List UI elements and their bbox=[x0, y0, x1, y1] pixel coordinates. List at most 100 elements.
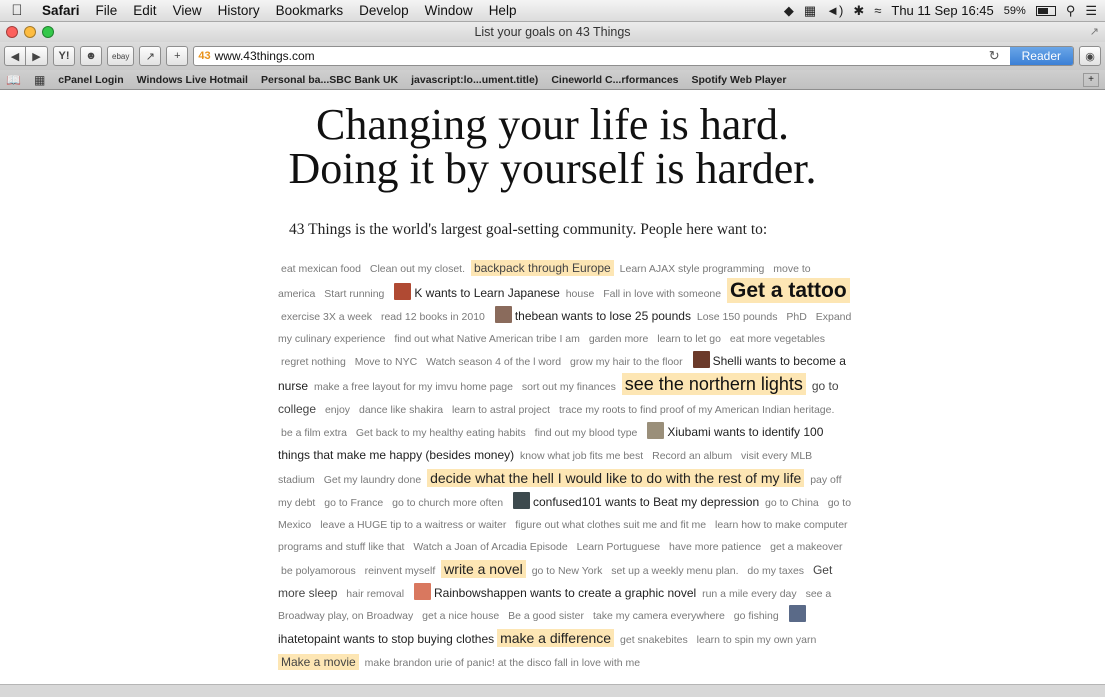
user-goal-link[interactable]: thebean wants to lose 25 pounds bbox=[515, 309, 691, 323]
ghost-extension-button[interactable]: ☻ bbox=[80, 46, 102, 66]
goal-tag[interactable]: find out what Native American tribe I am bbox=[391, 332, 583, 346]
spotlight-search-icon[interactable]: ⚲ bbox=[1066, 3, 1076, 19]
reload-icon[interactable]: ↻ bbox=[983, 48, 1006, 64]
goal-tag[interactable]: enjoy bbox=[322, 403, 353, 417]
back-button[interactable]: ◀ bbox=[4, 46, 26, 66]
goal-tag[interactable]: garden more bbox=[586, 332, 652, 346]
menu-history[interactable]: History bbox=[210, 3, 268, 18]
share-button[interactable]: ↗ bbox=[139, 46, 162, 66]
goal-tag[interactable]: Watch a Joan of Arcadia Episode bbox=[410, 540, 570, 554]
user-avatar[interactable] bbox=[494, 306, 512, 323]
goal-tag[interactable]: go to church more often bbox=[389, 496, 506, 510]
apple-menu-icon[interactable]:  bbox=[0, 2, 34, 19]
minimize-window-button[interactable] bbox=[24, 26, 36, 38]
goal-tag[interactable]: read 12 books in 2010 bbox=[378, 310, 488, 324]
goal-tag[interactable]: Make a movie bbox=[278, 654, 359, 670]
goal-tag[interactable]: learn to spin my own yarn bbox=[694, 633, 820, 647]
yahoo-extension-button[interactable]: Y! bbox=[53, 46, 75, 66]
goal-tag[interactable]: Watch season 4 of the l word bbox=[423, 355, 564, 369]
menu-view[interactable]: View bbox=[165, 3, 210, 18]
goal-tag[interactable]: eat more vegetables bbox=[727, 332, 828, 346]
menu-file[interactable]: File bbox=[88, 3, 126, 18]
menu-bookmarks[interactable]: Bookmarks bbox=[268, 3, 352, 18]
goal-tag[interactable]: decide what the hell I would like to do … bbox=[427, 469, 805, 487]
new-tab-button[interactable]: + bbox=[166, 46, 189, 66]
menu-help[interactable]: Help bbox=[481, 3, 525, 18]
forward-button[interactable]: ▶ bbox=[26, 46, 48, 66]
user-goal-link[interactable]: K wants to Learn Japanese bbox=[414, 286, 559, 300]
goal-tag[interactable]: set up a weekly menu plan. bbox=[608, 564, 741, 578]
goal-tag[interactable]: hair removal bbox=[343, 587, 407, 601]
goal-tag[interactable]: Get back to my healthy eating habits bbox=[353, 426, 529, 440]
goal-tag[interactable]: regret nothing bbox=[278, 355, 349, 369]
user-goal-link[interactable]: ihatetopaint wants to stop buying clothe… bbox=[278, 632, 494, 646]
goal-tag[interactable]: Learn AJAX style programming bbox=[617, 262, 768, 276]
goal-tag[interactable]: reinvent myself bbox=[362, 564, 439, 578]
goal-tag[interactable]: Learn Portuguese bbox=[574, 540, 663, 554]
goal-tag[interactable]: be a film extra bbox=[278, 426, 350, 440]
fullscreen-icon[interactable]: ↗ bbox=[1090, 25, 1099, 38]
close-window-button[interactable] bbox=[6, 26, 18, 38]
wifi-icon[interactable]: ≈ bbox=[874, 3, 881, 18]
user-goal-link[interactable]: confused101 wants to Beat my depression bbox=[533, 495, 759, 509]
user-avatar[interactable] bbox=[788, 605, 806, 622]
menu-window[interactable]: Window bbox=[417, 3, 481, 18]
goal-tag[interactable]: make brandon urie of panic! at the disco… bbox=[362, 656, 643, 670]
goal-tag[interactable]: have more patience bbox=[666, 540, 764, 554]
top-sites-grid-icon[interactable]: ▦ bbox=[34, 73, 45, 87]
goal-tag[interactable]: learn to astral project bbox=[449, 403, 553, 417]
goal-tag[interactable]: Move to NYC bbox=[352, 355, 420, 369]
goal-tag[interactable]: leave a HUGE tip to a waitress or waiter bbox=[317, 518, 509, 532]
bookmark-item[interactable]: Windows Live Hotmail bbox=[137, 74, 248, 86]
user-goal-link[interactable]: Rainbowshappen wants to create a graphic… bbox=[434, 586, 696, 600]
goal-tag[interactable]: grow my hair to the floor bbox=[567, 355, 686, 369]
goal-tag[interactable]: get snakebites bbox=[617, 633, 691, 647]
goal-tag[interactable]: Fall in love with someone bbox=[600, 287, 724, 301]
goal-tag[interactable]: Get a tattoo bbox=[727, 278, 850, 303]
goal-tag[interactable]: know what job fits me best bbox=[517, 449, 646, 463]
menu-edit[interactable]: Edit bbox=[125, 3, 164, 18]
goal-tag[interactable]: eat mexican food bbox=[278, 262, 364, 276]
goal-tag[interactable]: make a free layout for my imvu home page bbox=[311, 380, 516, 394]
bookmark-item[interactable]: Spotify Web Player bbox=[692, 74, 787, 86]
goal-tag[interactable]: trace my roots to find proof of my Ameri… bbox=[556, 403, 837, 417]
bookmark-item[interactable]: Personal ba...SBC Bank UK bbox=[261, 74, 398, 86]
goal-tag[interactable]: house bbox=[563, 287, 598, 301]
battery-percent[interactable]: 59% bbox=[1004, 5, 1026, 17]
goal-tag[interactable]: Get my laundry done bbox=[321, 473, 424, 487]
bookmark-item[interactable]: javascript:lo...ument.title) bbox=[411, 74, 538, 86]
goal-tag[interactable]: sort out my finances bbox=[519, 380, 619, 394]
goal-tag[interactable]: get a makeover bbox=[767, 540, 845, 554]
goal-tag[interactable]: Start running bbox=[321, 287, 387, 301]
goal-tag[interactable]: figure out what clothes suit me and fit … bbox=[512, 518, 709, 532]
goal-tag[interactable]: PhD bbox=[783, 310, 809, 324]
bluetooth-icon[interactable]: ✱ bbox=[853, 3, 864, 19]
bookmark-item[interactable]: Cineworld C...rformances bbox=[551, 74, 678, 86]
book-icon[interactable]: 📖 bbox=[6, 73, 21, 87]
goal-tag[interactable]: dance like shakira bbox=[356, 403, 446, 417]
ebay-extension-button[interactable]: ebay bbox=[107, 46, 135, 66]
shield-icon[interactable]: ◆ bbox=[784, 3, 794, 19]
goal-tag[interactable]: be polyamorous bbox=[278, 564, 359, 578]
bookmark-item[interactable]: cPanel Login bbox=[58, 74, 123, 86]
user-avatar[interactable] bbox=[414, 583, 431, 600]
goal-tag[interactable]: make a difference bbox=[497, 629, 615, 647]
downloads-icon[interactable]: ◉ bbox=[1079, 46, 1101, 66]
notification-center-icon[interactable]: ☰ bbox=[1085, 3, 1097, 19]
user-avatar[interactable] bbox=[512, 492, 530, 509]
goal-tag[interactable]: go to France bbox=[321, 496, 386, 510]
reader-button[interactable]: Reader bbox=[1009, 47, 1073, 65]
goal-tag[interactable]: exercise 3X a week bbox=[278, 310, 375, 324]
goal-tag[interactable]: Lose 150 pounds bbox=[694, 310, 781, 324]
menu-develop[interactable]: Develop bbox=[351, 3, 417, 18]
url-text[interactable]: www.43things.com bbox=[215, 49, 979, 63]
goal-tag[interactable]: take my camera everywhere bbox=[590, 609, 728, 623]
goal-tag[interactable]: Clean out my closet. bbox=[367, 262, 468, 276]
menu-safari[interactable]: Safari bbox=[34, 3, 88, 18]
battery-icon[interactable] bbox=[1035, 5, 1056, 16]
goal-tag[interactable]: go to New York bbox=[529, 564, 606, 578]
user-avatar[interactable] bbox=[647, 422, 665, 439]
goal-tag[interactable]: run a mile every day bbox=[699, 587, 800, 601]
address-bar[interactable]: 43 www.43things.com ↻ Reader bbox=[193, 46, 1074, 66]
volume-icon[interactable]: ◄) bbox=[826, 3, 843, 18]
